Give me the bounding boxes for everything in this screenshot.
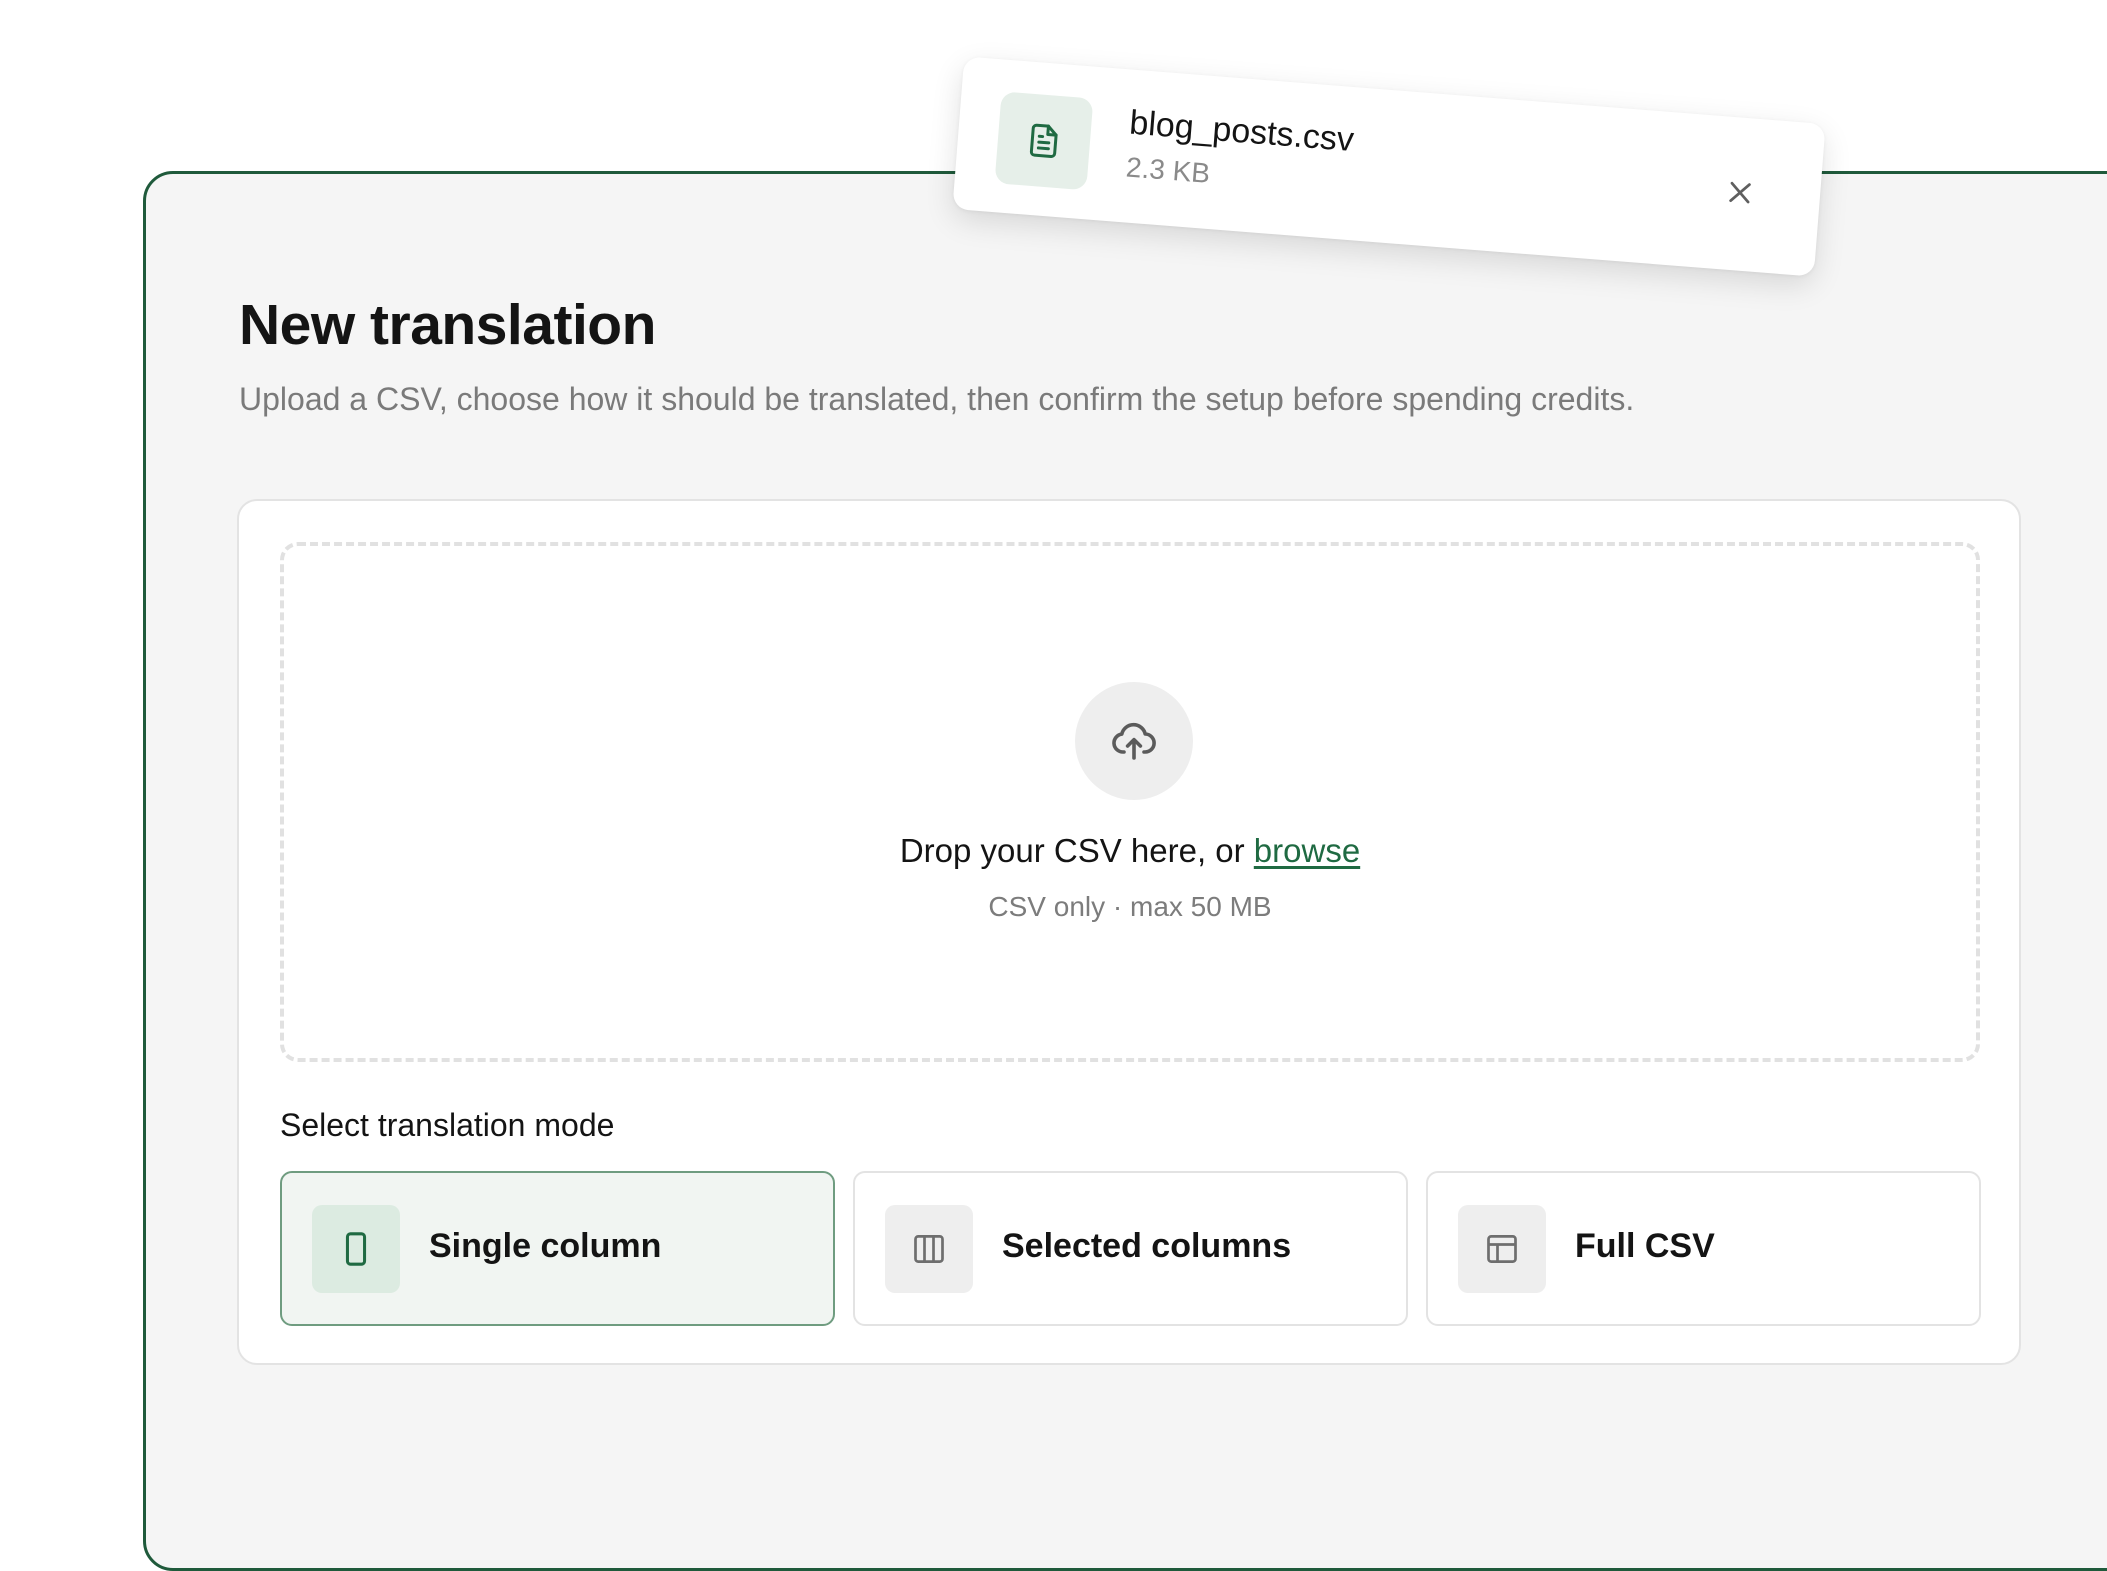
upload-card: Drop your CSV here, or browse CSV only ·…	[237, 499, 2021, 1365]
csv-dropzone[interactable]: Drop your CSV here, or browse CSV only ·…	[280, 542, 1980, 1062]
file-size: 2.3 KB	[1125, 151, 1211, 189]
close-icon	[1724, 176, 1756, 208]
mode-option-label: Single column	[429, 1227, 661, 1266]
mode-option-label: Full CSV	[1575, 1227, 1715, 1266]
browse-link[interactable]: browse	[1254, 832, 1360, 869]
columns-icon	[885, 1205, 973, 1293]
page-title: New translation	[239, 292, 656, 358]
file-name: blog_posts.csv	[1128, 104, 1355, 161]
mode-section-label: Select translation mode	[280, 1107, 614, 1144]
file-text-icon	[994, 91, 1093, 190]
remove-file-button[interactable]	[1719, 171, 1762, 214]
cloud-upload-icon	[1075, 682, 1193, 800]
mode-option-selected-columns[interactable]: Selected columns	[853, 1171, 1408, 1326]
table-icon	[1458, 1205, 1546, 1293]
mode-option-full-csv[interactable]: Full CSV	[1426, 1171, 1981, 1326]
drop-prompt: Drop your CSV here, or	[900, 832, 1245, 869]
drop-hint: CSV only · max 50 MB	[284, 891, 1976, 923]
single-column-icon	[312, 1205, 400, 1293]
page-subtitle: Upload a CSV, choose how it should be tr…	[239, 381, 1634, 418]
mode-option-single-column[interactable]: Single column	[280, 1171, 835, 1326]
drop-text: Drop your CSV here, or browse	[284, 832, 1976, 870]
mode-option-label: Selected columns	[1002, 1227, 1291, 1266]
